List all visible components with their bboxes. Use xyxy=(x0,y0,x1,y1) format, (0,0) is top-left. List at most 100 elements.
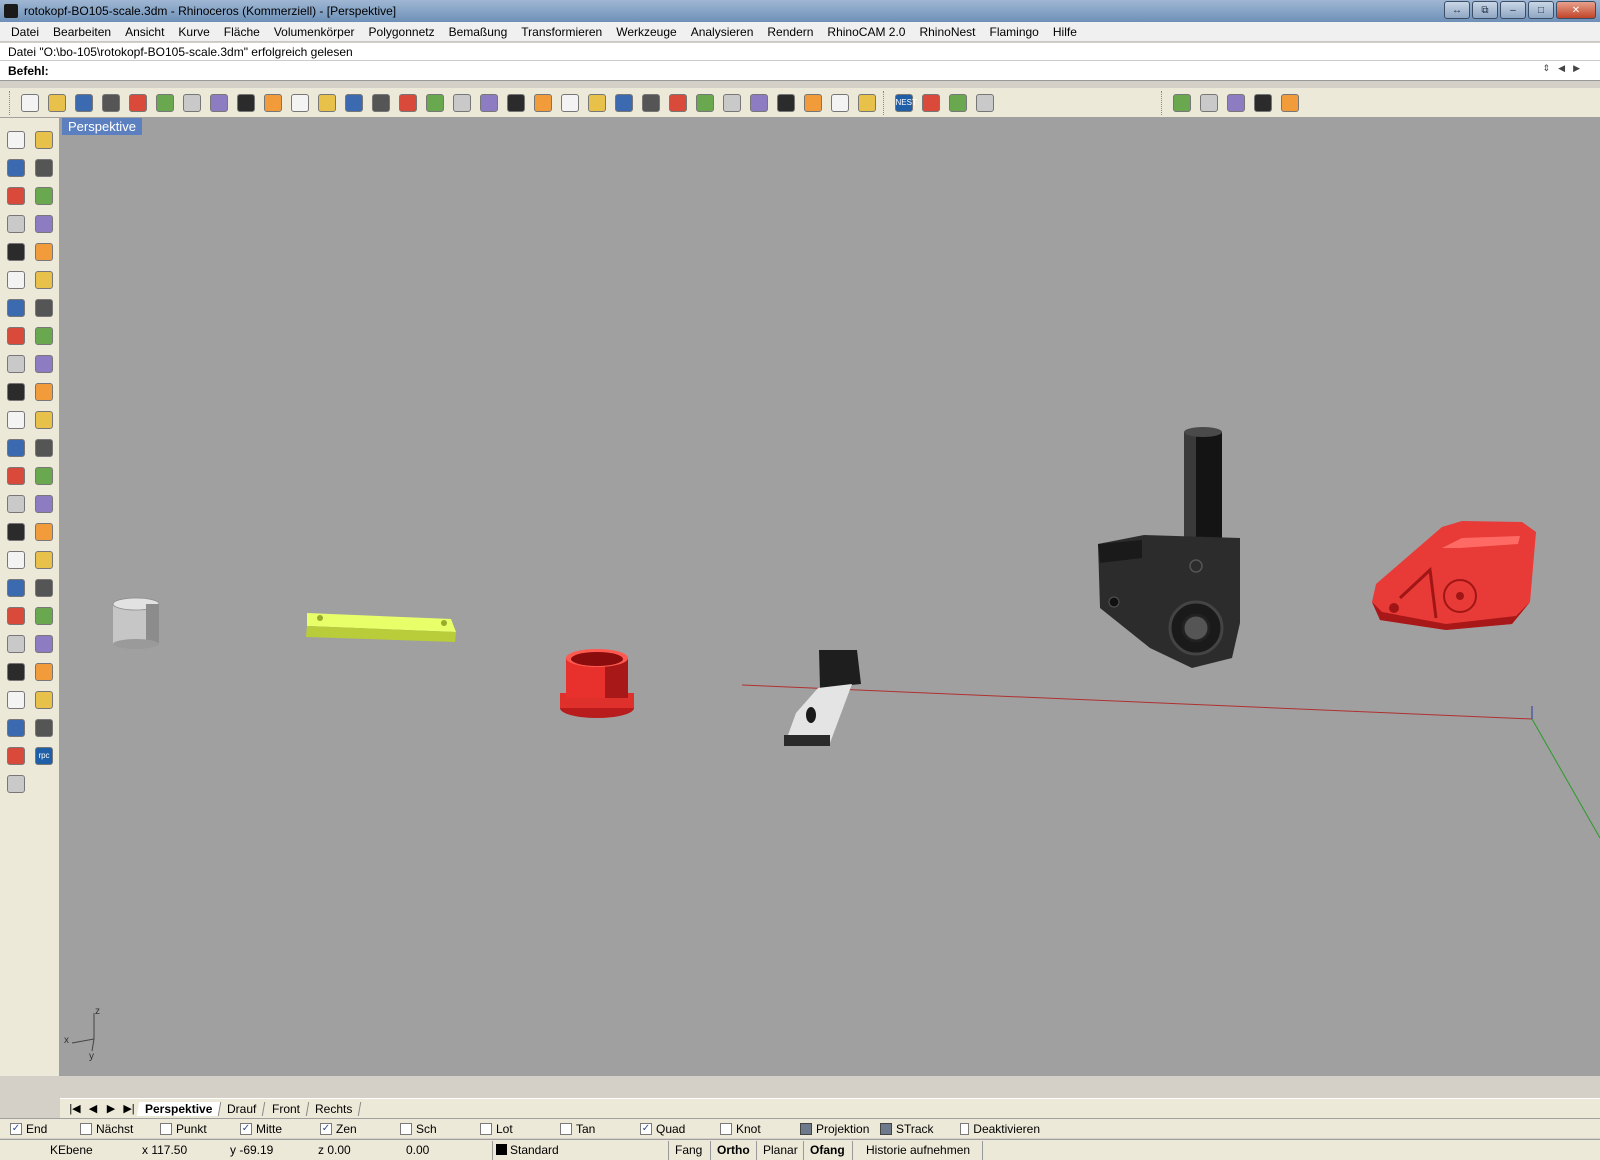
bracket-part[interactable] xyxy=(784,650,861,746)
zoom-window-button[interactable] xyxy=(340,90,367,116)
status-planar[interactable]: Planar xyxy=(763,1143,798,1157)
arc-button[interactable] xyxy=(2,210,30,238)
box-button[interactable] xyxy=(2,294,30,322)
status-cplane[interactable]: KEbene xyxy=(50,1143,93,1157)
scroll-right-icon[interactable]: ▶ xyxy=(1573,63,1580,74)
zoom-button[interactable] xyxy=(313,90,340,116)
toolbar-grip[interactable] xyxy=(1161,90,1165,115)
array-button[interactable] xyxy=(2,490,30,518)
menu-flaeche[interactable]: Fläche xyxy=(217,25,267,39)
osnap-strack[interactable]: STrack xyxy=(880,1122,960,1136)
revolve-button[interactable] xyxy=(30,266,58,294)
text-button[interactable] xyxy=(2,462,30,490)
osnap-knot[interactable]: Knot xyxy=(720,1122,800,1136)
shaded-button[interactable] xyxy=(718,90,745,116)
paste-button[interactable] xyxy=(205,90,232,116)
render-sphere-button[interactable] xyxy=(745,90,772,116)
menu-werkzeuge[interactable]: Werkzeuge xyxy=(609,25,683,39)
flamingo-button[interactable] xyxy=(1168,90,1195,116)
checkbox[interactable] xyxy=(800,1122,812,1135)
tab-drauf[interactable]: Drauf xyxy=(219,1101,266,1116)
osnap-lot[interactable]: Lot xyxy=(480,1122,560,1136)
checkbox[interactable]: ✓ xyxy=(640,1122,652,1135)
checkbox[interactable] xyxy=(80,1122,92,1135)
checkbox[interactable] xyxy=(160,1122,172,1135)
layer-button[interactable] xyxy=(637,90,664,116)
environment-button[interactable] xyxy=(30,574,58,602)
import-button[interactable] xyxy=(124,90,151,116)
menu-flamingo[interactable]: Flamingo xyxy=(983,25,1046,39)
trim-button[interactable] xyxy=(30,350,58,378)
black-hub-part[interactable] xyxy=(1098,427,1240,668)
tab-front[interactable]: Front xyxy=(263,1101,309,1116)
close-icon[interactable]: ✕ xyxy=(1556,1,1596,19)
plant-button[interactable] xyxy=(2,686,30,714)
move-button[interactable] xyxy=(2,434,30,462)
select-button[interactable] xyxy=(2,126,30,154)
magnifier-button[interactable] xyxy=(1249,90,1276,116)
red-cover-part[interactable] xyxy=(1372,521,1536,630)
dimension-button[interactable] xyxy=(826,90,853,116)
status-ortho[interactable]: Ortho xyxy=(717,1143,750,1157)
wireframe-button[interactable] xyxy=(691,90,718,116)
copy-button[interactable] xyxy=(178,90,205,116)
toolbar-grip[interactable] xyxy=(9,90,13,115)
globe-button[interactable] xyxy=(1276,90,1303,116)
hammer-button[interactable] xyxy=(917,90,944,116)
yellow-link-part[interactable] xyxy=(306,613,456,642)
leaf-button[interactable] xyxy=(2,742,30,770)
play-button[interactable] xyxy=(944,90,971,116)
undo-button[interactable] xyxy=(232,90,259,116)
help-button[interactable] xyxy=(2,770,30,798)
mirror-button[interactable] xyxy=(30,490,58,518)
car-button[interactable] xyxy=(475,90,502,116)
restore-icon[interactable]: ⧉ xyxy=(1472,1,1498,19)
maximize-icon[interactable]: □ xyxy=(1528,1,1554,19)
grid-button[interactable] xyxy=(556,90,583,116)
menu-volumenkoerper[interactable]: Volumenkörper xyxy=(267,25,362,39)
cut-button[interactable] xyxy=(151,90,178,116)
cylinder-button[interactable] xyxy=(2,322,30,350)
fillet-button[interactable] xyxy=(30,238,58,266)
grey-sleeve-part[interactable] xyxy=(112,597,160,649)
rotate-view-button[interactable] xyxy=(286,90,313,116)
menu-ansicht[interactable]: Ansicht xyxy=(118,25,171,39)
menu-rhinonest[interactable]: RhinoNest xyxy=(912,25,982,39)
export-button[interactable] xyxy=(30,714,58,742)
explode-button[interactable] xyxy=(2,350,30,378)
flamingo-button[interactable] xyxy=(2,630,30,658)
checker-button[interactable] xyxy=(2,714,30,742)
split-button[interactable] xyxy=(2,378,30,406)
menu-analysieren[interactable]: Analysieren xyxy=(684,25,761,39)
help-button[interactable] xyxy=(971,90,998,116)
spot-button[interactable] xyxy=(30,630,58,658)
perspective-viewport[interactable]: Perspektive z x y xyxy=(60,118,1600,1076)
leaf-button[interactable] xyxy=(1222,90,1249,116)
osnap-nächst[interactable]: Nächst xyxy=(80,1122,160,1136)
checkbox[interactable] xyxy=(480,1122,492,1135)
menu-bemassung[interactable]: Bemaßung xyxy=(442,25,515,39)
scroll-updown-icon[interactable]: ⇕ xyxy=(1543,63,1551,74)
render-green-button[interactable] xyxy=(2,546,30,574)
join-button[interactable] xyxy=(30,378,58,406)
lightbulb-button[interactable] xyxy=(583,90,610,116)
four-viewports-button[interactable] xyxy=(448,90,475,116)
ellipse-button[interactable] xyxy=(30,182,58,210)
osnap-punkt[interactable]: Punkt xyxy=(160,1122,240,1136)
osnap-end[interactable]: ✓ End xyxy=(10,1122,80,1136)
tab-perspektive[interactable]: Perspektive xyxy=(136,1101,222,1116)
open-button[interactable] xyxy=(43,90,70,116)
cplane-button[interactable] xyxy=(502,90,529,116)
point-button[interactable] xyxy=(30,126,58,154)
save-button[interactable] xyxy=(70,90,97,116)
shade-button[interactable] xyxy=(30,658,58,686)
menu-kurve[interactable]: Kurve xyxy=(171,25,216,39)
scroll-left-icon[interactable]: ◀ xyxy=(1558,63,1565,74)
block-button[interactable] xyxy=(2,518,30,546)
rpc-button[interactable]: rpc xyxy=(30,742,58,770)
tab-prev-icon[interactable]: ◀ xyxy=(84,1102,102,1115)
command-input[interactable] xyxy=(60,63,1515,78)
color-wheel-button[interactable] xyxy=(664,90,691,116)
paint-brush-button[interactable] xyxy=(1195,90,1222,116)
menu-hilfe[interactable]: Hilfe xyxy=(1046,25,1084,39)
